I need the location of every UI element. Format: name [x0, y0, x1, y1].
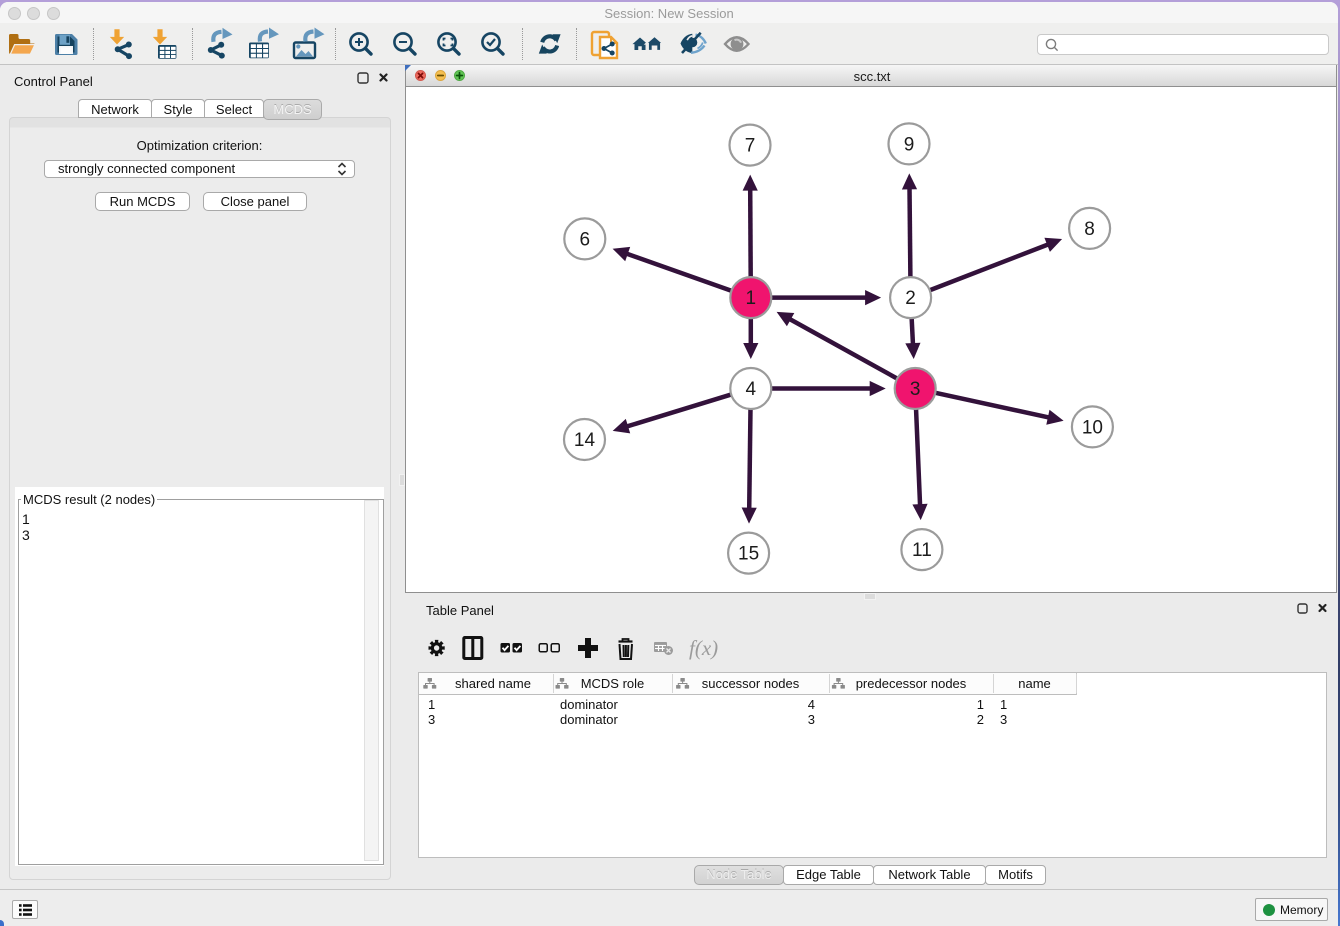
svg-text:11: 11 [912, 540, 932, 561]
svg-text:4: 4 [746, 379, 757, 400]
svg-text:14: 14 [574, 430, 596, 451]
svg-text:8: 8 [1084, 219, 1095, 240]
svg-text:9: 9 [904, 134, 915, 155]
svg-text:f(x): f(x) [689, 636, 718, 660]
svg-text:15: 15 [738, 544, 759, 565]
svg-text:3: 3 [910, 379, 921, 400]
svg-text:1: 1 [746, 288, 757, 309]
svg-text:2: 2 [905, 288, 916, 309]
svg-text:6: 6 [580, 229, 591, 250]
svg-text:10: 10 [1082, 417, 1103, 438]
svg-text:7: 7 [745, 136, 756, 157]
